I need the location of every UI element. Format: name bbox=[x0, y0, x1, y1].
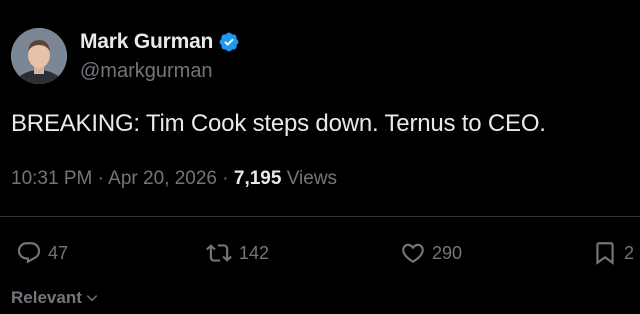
tweet-time[interactable]: 10:31 PM bbox=[11, 168, 92, 189]
bookmark-icon bbox=[596, 242, 614, 265]
repost-button[interactable]: 142 bbox=[205, 240, 269, 266]
reply-button[interactable]: 47 bbox=[16, 240, 68, 266]
views-count: 7,195 bbox=[233, 168, 282, 189]
meta-separator: · bbox=[222, 168, 229, 189]
sort-relevant-button[interactable]: Relevant bbox=[11, 288, 99, 308]
meta-separator: · bbox=[97, 168, 104, 189]
author-display-name[interactable]: Mark Gurman bbox=[80, 30, 213, 54]
tweet-meta: 10:31 PM · Apr 20, 2026 · 7,195 Views bbox=[11, 168, 337, 190]
heart-icon bbox=[402, 243, 424, 263]
repost-count: 142 bbox=[239, 242, 270, 263]
divider bbox=[0, 216, 640, 217]
avatar[interactable] bbox=[11, 28, 67, 84]
sort-label: Relevant bbox=[11, 288, 82, 307]
tweet-text: BREAKING: Tim Cook steps down. Ternus to… bbox=[11, 110, 546, 137]
author-handle[interactable]: @markgurman bbox=[80, 60, 213, 83]
tweet-date[interactable]: Apr 20, 2026 bbox=[108, 168, 217, 189]
like-button[interactable]: 290 bbox=[400, 240, 462, 266]
views-label: Views bbox=[286, 168, 338, 189]
repost-icon bbox=[206, 244, 232, 262]
chevron-down-icon bbox=[86, 295, 98, 302]
bookmark-button[interactable]: 2 bbox=[592, 240, 634, 266]
reply-count: 47 bbox=[48, 242, 69, 263]
bookmark-count: 2 bbox=[624, 242, 635, 263]
verified-badge-icon bbox=[219, 32, 239, 52]
reply-icon bbox=[17, 242, 41, 264]
like-count: 290 bbox=[432, 242, 463, 263]
